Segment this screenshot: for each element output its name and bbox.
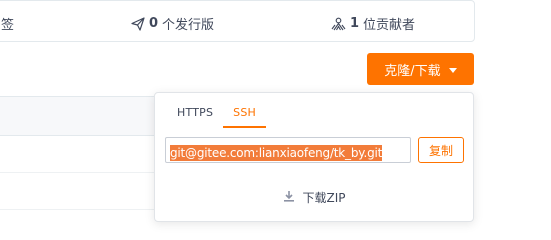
stat-tags-label: 签 <box>1 18 15 33</box>
file-list-row <box>0 173 165 210</box>
clone-download-button[interactable]: 克隆/下载 <box>367 53 474 85</box>
clone-dropdown: HTTPS SSH git@gitee.com:lianxiaofeng/tk_… <box>154 92 474 222</box>
file-list-row <box>0 136 165 173</box>
file-list-panel <box>0 96 165 217</box>
stat-releases[interactable]: 0 个发行版 <box>131 14 214 33</box>
users-icon <box>331 17 346 31</box>
clone-url-value: git@gitee.com:lianxiaofeng/tk_by.git <box>170 145 383 161</box>
copy-button[interactable]: 复制 <box>418 137 464 163</box>
caret-down-icon <box>448 67 457 73</box>
protocol-tabs: HTTPS SSH <box>167 103 266 128</box>
stat-contributors-count: 1 <box>350 16 360 31</box>
stat-contributors-label: 位贡献者 <box>363 18 416 33</box>
clone-download-label: 克隆/下载 <box>384 63 441 79</box>
download-zip-button[interactable]: 下载ZIP <box>155 189 473 206</box>
stat-releases-label: 个发行版 <box>162 18 215 33</box>
stat-releases-count: 0 <box>149 16 159 31</box>
file-list-header <box>0 97 165 136</box>
download-icon <box>283 190 295 205</box>
download-zip-label: 下载ZIP <box>302 191 346 205</box>
paper-plane-icon <box>131 16 145 31</box>
tab-ssh[interactable]: SSH <box>223 103 266 128</box>
stat-tags[interactable]: 签 <box>1 14 14 33</box>
stat-contributors[interactable]: 1 位贡献者 <box>331 14 415 33</box>
clone-url-input[interactable]: git@gitee.com:lianxiaofeng/tk_by.git <box>165 137 411 163</box>
tab-https[interactable]: HTTPS <box>167 103 223 128</box>
repo-stats-bar: 签 0 个发行版 1 位贡献者 <box>0 0 475 42</box>
